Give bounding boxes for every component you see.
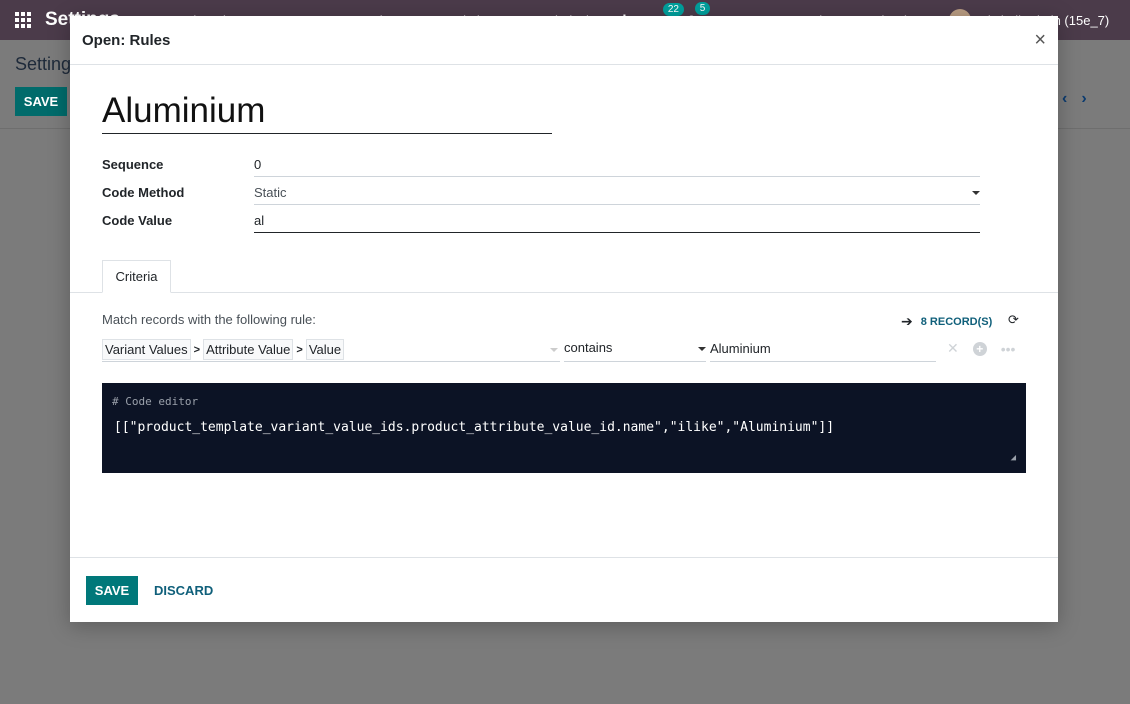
pager-previous-icon[interactable]: ‹	[1062, 90, 1067, 108]
code-value-label: Code Value	[102, 213, 173, 228]
tabs-divider	[70, 292, 1058, 293]
records-link[interactable]: ➔ 8 RECORD(S)	[901, 313, 992, 330]
arrow-right-icon: ➔	[901, 313, 913, 329]
path-segment-value: Value	[305, 339, 345, 360]
activity-count: 5	[694, 2, 711, 15]
pager: ‹ ›	[1062, 90, 1087, 108]
code-method-value: Static	[254, 185, 287, 200]
chevron-right-icon: >	[193, 343, 201, 356]
caret-down-icon	[972, 191, 980, 195]
save-button[interactable]: SAVE	[86, 576, 138, 605]
operator-value: contains	[564, 340, 613, 355]
resize-handle-icon[interactable]: ◢	[1011, 453, 1016, 463]
chevron-right-icon: >	[296, 343, 303, 356]
code-method-label: Code Method	[102, 185, 185, 200]
field-path-selector[interactable]: Variant Values > Attribute Value > Value	[102, 338, 560, 362]
path-segment-attribute-value: Attribute Value	[203, 339, 294, 360]
code-editor[interactable]: # Code editor [["product_template_varian…	[102, 383, 1026, 473]
caret-down-icon	[698, 347, 706, 351]
refresh-icon[interactable]: ⟳	[1008, 312, 1019, 328]
pager-next-icon[interactable]: ›	[1081, 90, 1086, 108]
rules-dialog: Open: Rules × Aluminium Sequence 0 Code …	[70, 16, 1058, 622]
path-segment-variant-values: Variant Values	[102, 339, 191, 360]
sequence-input[interactable]: 0	[254, 153, 980, 177]
close-icon[interactable]: ×	[1034, 29, 1046, 52]
code-editor-content: [["product_template_variant_value_ids.pr…	[114, 420, 835, 435]
tab-criteria[interactable]: Criteria	[102, 260, 171, 293]
match-rule-text: Match records with the following rule:	[102, 312, 316, 327]
discard-button[interactable]: DISCARD	[154, 576, 213, 605]
code-value-input[interactable]: al	[254, 209, 980, 233]
records-count: 8 RECORD(S)	[920, 315, 993, 328]
add-rule-icon[interactable]: +	[972, 341, 987, 356]
code-editor-comment: # Code editor	[112, 395, 199, 408]
criteria-value-input[interactable]: Aluminium	[710, 338, 936, 362]
background-save-button[interactable]: SAVE	[15, 87, 67, 116]
more-options-icon[interactable]: •••	[1001, 341, 1016, 357]
sequence-label: Sequence	[102, 157, 164, 172]
delete-rule-icon[interactable]: ✕	[947, 340, 959, 357]
rule-row-actions: ✕ + •••	[947, 340, 1015, 357]
dialog-title: Open: Rules	[82, 31, 171, 49]
operator-select[interactable]: contains	[564, 338, 706, 362]
code-method-select[interactable]: Static	[254, 181, 980, 205]
caret-down-icon	[550, 348, 558, 352]
dialog-header: Open: Rules ×	[70, 16, 1058, 65]
footer-divider	[70, 557, 1058, 558]
messages-count: 22	[662, 2, 684, 16]
apps-menu-icon[interactable]	[15, 12, 33, 28]
rule-name-input[interactable]: Aluminium	[102, 88, 552, 134]
